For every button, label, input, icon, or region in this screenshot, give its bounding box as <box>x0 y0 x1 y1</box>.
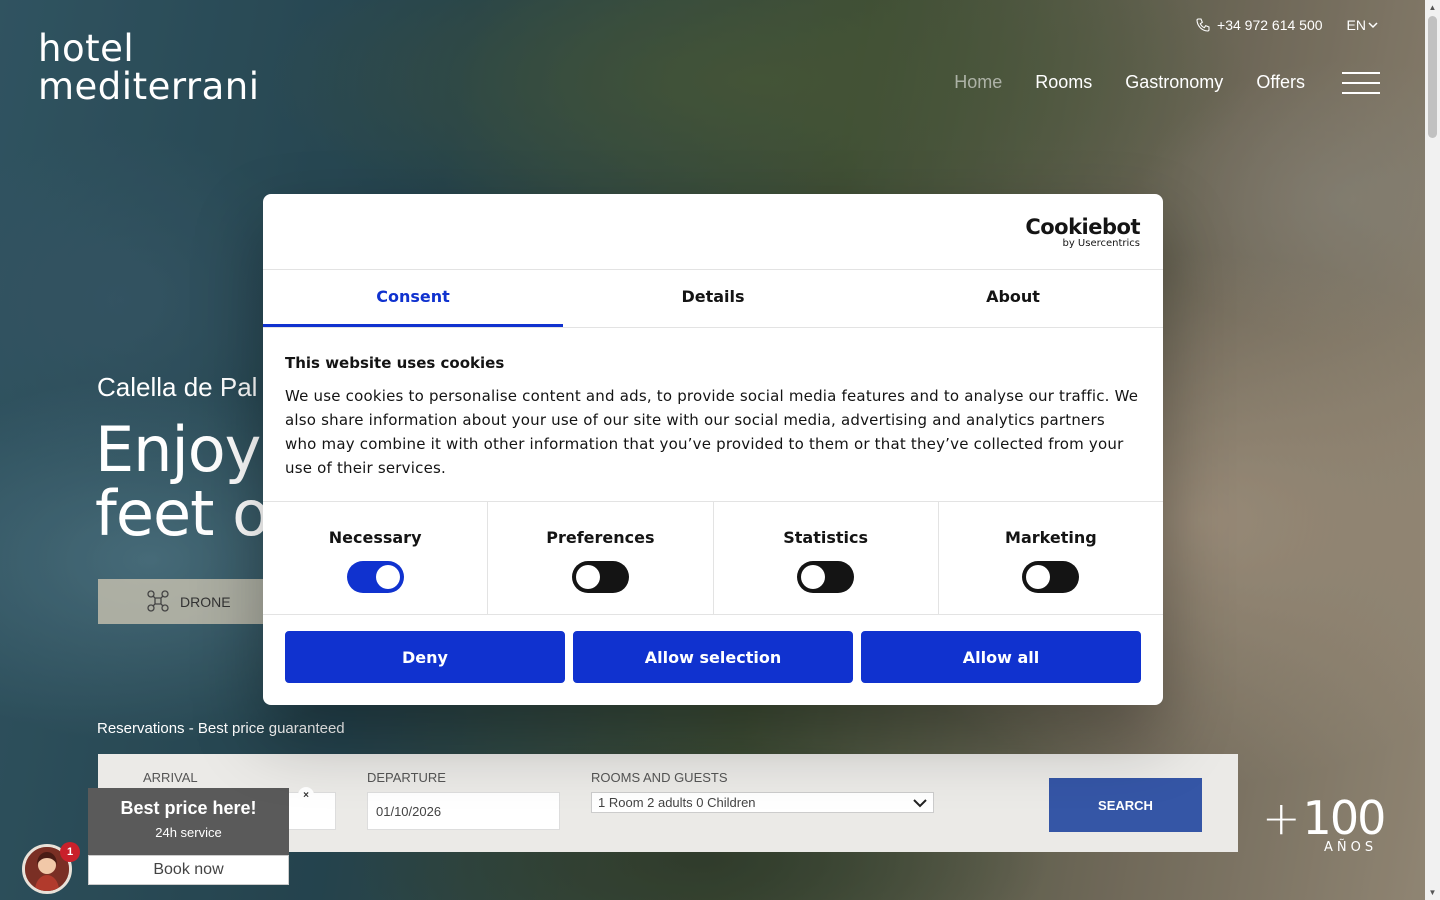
menu-icon[interactable] <box>1342 72 1380 94</box>
language-code: EN <box>1346 17 1366 33</box>
close-icon[interactable]: × <box>298 787 314 803</box>
arrival-label: ARRIVAL <box>143 770 198 785</box>
cookiebot-brand-byline: by Usercentrics <box>1062 238 1140 249</box>
nav-item-offers[interactable]: Offers <box>1256 72 1305 93</box>
allow-selection-button[interactable]: Allow selection <box>573 631 853 683</box>
rooms-guests-select[interactable]: 1 Room 2 adults 0 Children <box>591 792 934 813</box>
scroll-up-arrow-icon[interactable]: ▲ <box>1428 3 1437 12</box>
toggle-label-statistics: Statistics <box>783 528 868 547</box>
cookie-dialog-heading: This website uses cookies <box>285 354 505 372</box>
rooms-guests-value: 1 Room 2 adults 0 Children <box>598 795 756 810</box>
departure-date-input[interactable]: 01/10/2026 <box>367 792 560 830</box>
toggle-group-necessary: Necessary <box>263 502 489 614</box>
cookiebot-brand-name: Cookiebot <box>1025 215 1140 239</box>
departure-label: DEPARTURE <box>367 770 446 785</box>
scroll-down-arrow-icon[interactable]: ▼ <box>1428 888 1437 897</box>
badge-caption: AÑOS <box>1324 840 1378 855</box>
top-contact-bar: +34 972 614 500 EN <box>1195 17 1378 33</box>
chat-promo-card: Best price here! 24h service Book now <box>88 788 289 885</box>
plus-icon: + <box>1262 791 1301 845</box>
tab-about[interactable]: About <box>863 270 1163 327</box>
cookie-dialog-tabs: Consent Details About <box>263 270 1163 328</box>
phone-icon <box>1196 18 1210 32</box>
cookie-dialog-body: This website uses cookies We use cookies… <box>263 328 1163 502</box>
logo-line-2: mediterrani <box>38 65 260 108</box>
scrollbar-thumb[interactable] <box>1428 16 1437 138</box>
toggle-label-marketing: Marketing <box>1005 528 1097 547</box>
search-button[interactable]: SEARCH <box>1049 778 1202 832</box>
chat-promo-subtitle: 24h service <box>155 825 222 840</box>
logo-line-1: hotel <box>38 27 135 70</box>
hotel-logo[interactable]: hotel mediterrani <box>38 30 260 106</box>
cookie-dialog-header: Cookiebot by Usercentrics <box>263 194 1163 270</box>
tab-details[interactable]: Details <box>563 270 863 327</box>
statistics-switch[interactable] <box>797 561 855 593</box>
marketing-switch[interactable] <box>1022 561 1080 593</box>
toggle-label-necessary: Necessary <box>328 528 422 547</box>
phone-link[interactable]: +34 972 614 500 <box>1195 17 1323 33</box>
nav-item-home[interactable]: Home <box>954 72 1002 93</box>
chat-book-now-button[interactable]: Book now <box>88 855 289 885</box>
language-selector[interactable]: EN <box>1347 17 1378 33</box>
chevron-down-icon <box>1368 22 1378 29</box>
chat-promo-title: Best price here! <box>120 798 257 818</box>
toggle-group-preferences: Preferences <box>488 502 714 614</box>
tab-consent[interactable]: Consent <box>263 270 563 327</box>
chat-notification-badge: 1 <box>60 842 80 862</box>
deny-button[interactable]: Deny <box>285 631 565 683</box>
toggle-group-statistics: Statistics <box>714 502 939 614</box>
cookie-consent-dialog: Cookiebot by Usercentrics Consent Detail… <box>263 194 1163 705</box>
necessary-switch[interactable] <box>346 561 404 593</box>
rooms-guests-label: ROOMS AND GUESTS <box>591 770 728 785</box>
preferences-switch[interactable] <box>571 561 629 593</box>
chat-promo-header: Best price here! 24h service <box>88 788 289 855</box>
drone-label: DRONE <box>180 593 231 610</box>
page-scrollbar[interactable]: ▲ ▼ <box>1425 0 1440 900</box>
nav-item-rooms[interactable]: Rooms <box>1035 72 1092 93</box>
main-navigation: Home Rooms Gastronomy Offers <box>954 72 1305 93</box>
cookie-dialog-actions: Deny Allow selection Allow all <box>263 615 1163 699</box>
drone-icon <box>147 590 169 612</box>
cookiebot-logo[interactable]: Cookiebot by Usercentrics <box>1025 216 1140 249</box>
cookie-dialog-text: We use cookies to personalise content an… <box>285 387 1139 477</box>
reservations-label: Reservations - Best price guaranteed <box>97 720 345 737</box>
cookie-category-toggles: Necessary Preferences Statistics Marketi… <box>263 502 1163 615</box>
hero-subtitle: Calella de Pal <box>97 372 258 402</box>
centenary-badge: +100 AÑOS <box>1262 791 1387 855</box>
badge-number: 100 <box>1302 791 1387 845</box>
phone-number: +34 972 614 500 <box>1217 17 1323 33</box>
allow-all-button[interactable]: Allow all <box>861 631 1141 683</box>
nav-item-gastronomy[interactable]: Gastronomy <box>1125 72 1223 93</box>
toggle-group-marketing: Marketing <box>939 502 1163 614</box>
drone-video-button[interactable]: DRONE <box>98 579 268 624</box>
toggle-label-preferences: Preferences <box>546 528 655 547</box>
chevron-down-icon <box>913 798 927 807</box>
